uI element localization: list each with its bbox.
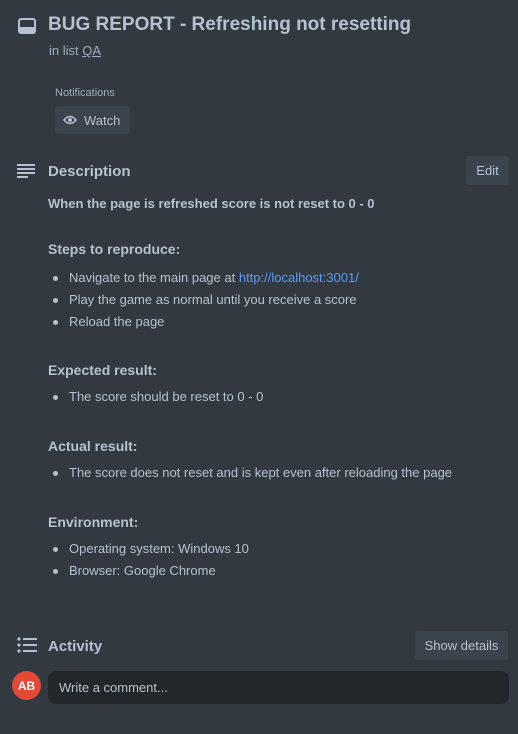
comment-input[interactable]: Write a comment... bbox=[48, 671, 509, 704]
list-item: Navigate to the main page at http://loca… bbox=[48, 269, 503, 291]
show-details-button[interactable]: Show details bbox=[415, 631, 508, 660]
description-body[interactable]: When the page is refreshed score is not … bbox=[48, 196, 503, 584]
description-summary: When the page is refreshed score is not … bbox=[48, 196, 375, 211]
in-list-prefix: in list bbox=[49, 43, 79, 58]
card-icon bbox=[17, 16, 37, 36]
list-item: Reload the page bbox=[48, 313, 503, 335]
card-title[interactable]: BUG REPORT - Refreshing not resetting bbox=[48, 14, 411, 36]
list-item: The score does not reset and is kept eve… bbox=[48, 464, 503, 486]
localhost-link[interactable]: http://localhost:3001/ bbox=[239, 270, 359, 285]
actual-list: The score does not reset and is kept eve… bbox=[48, 464, 503, 486]
steps-list: Navigate to the main page at http://loca… bbox=[48, 269, 503, 335]
watch-button[interactable]: Watch bbox=[55, 106, 130, 134]
list-item: Operating system: Windows 10 bbox=[48, 540, 503, 562]
expected-heading: Expected result: bbox=[48, 362, 157, 378]
description-icon bbox=[17, 163, 35, 179]
watch-label: Watch bbox=[84, 112, 121, 128]
steps-heading: Steps to reproduce: bbox=[48, 241, 181, 257]
environment-list: Operating system: Windows 10 Browser: Go… bbox=[48, 540, 503, 584]
environment-heading: Environment: bbox=[48, 514, 139, 530]
activity-icon bbox=[17, 637, 37, 653]
description-heading: Description bbox=[48, 163, 131, 180]
actual-heading: Actual result: bbox=[48, 438, 138, 454]
list-link[interactable]: QA bbox=[82, 43, 101, 58]
eye-icon bbox=[55, 115, 84, 125]
edit-button[interactable]: Edit bbox=[466, 156, 509, 185]
card-list-info: in list QA bbox=[49, 43, 101, 58]
list-item: The score should be reset to 0 - 0 bbox=[48, 388, 503, 410]
list-item: Browser: Google Chrome bbox=[48, 562, 503, 584]
activity-heading: Activity bbox=[48, 638, 103, 655]
expected-list: The score should be reset to 0 - 0 bbox=[48, 388, 503, 410]
list-item: Play the game as normal until you receiv… bbox=[48, 291, 503, 313]
avatar[interactable]: AB bbox=[12, 671, 41, 700]
notifications-label: Notifications bbox=[55, 87, 115, 99]
